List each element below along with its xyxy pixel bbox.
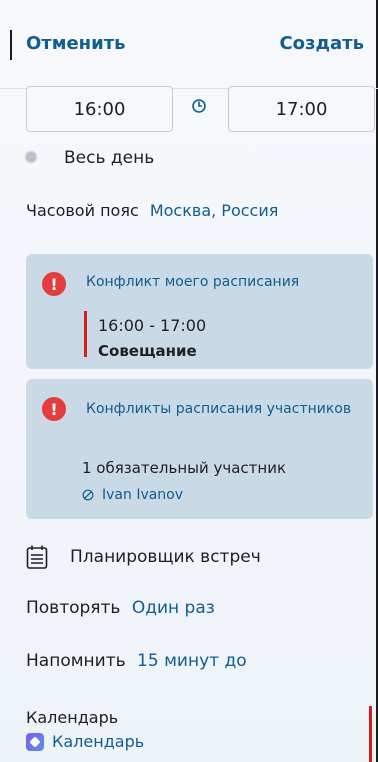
start-time-field[interactable]: 16:00 — [26, 86, 173, 132]
exclamation-icon: ! — [42, 397, 66, 421]
all-day-toggle[interactable] — [24, 150, 38, 164]
timezone-value[interactable]: Москва, Россия — [150, 201, 279, 220]
calendar-label: Календарь — [26, 708, 119, 727]
exclamation-icon: ! — [42, 272, 66, 296]
my-schedule-conflict-card: ! Конфликт моего расписания 16:00 - 17:0… — [26, 254, 373, 369]
calendar-icon — [26, 545, 48, 569]
remind-label: Напомнить — [26, 651, 126, 671]
meeting-planner-label: Планировщик встреч — [70, 547, 261, 567]
timezone-label: Часовой пояс — [26, 201, 139, 220]
participants-conflict-title[interactable]: Конфликты расписания участников — [86, 401, 351, 417]
all-day-label: Весь день — [64, 148, 155, 168]
header: Отменить Создать — [0, 0, 378, 89]
conflict-color-bar — [84, 311, 87, 357]
conflict-subject: Совещание — [98, 342, 197, 360]
calendar-value[interactable]: Календарь — [52, 732, 144, 751]
required-participants: 1 обязательный участник — [82, 459, 287, 477]
cancel-button[interactable]: Отменить — [26, 33, 126, 54]
calendar-select-row[interactable]: Календарь — [26, 732, 144, 751]
ban-icon — [82, 489, 94, 501]
participant-row[interactable]: Ivan Ivanov — [82, 487, 183, 503]
remind-row[interactable]: Напомнить 15 минут до — [26, 651, 247, 671]
repeat-label: Повторять — [26, 598, 121, 618]
repeat-row[interactable]: Повторять Один раз — [26, 598, 215, 618]
participants-conflict-card: ! Конфликты расписания участников 1 обяз… — [26, 379, 373, 519]
meeting-planner-row[interactable]: Планировщик встреч — [26, 542, 261, 572]
conflict-time: 16:00 - 17:00 — [98, 316, 207, 335]
remind-value[interactable]: 15 минут до — [137, 651, 247, 671]
repeat-value[interactable]: Один раз — [132, 598, 215, 618]
end-time-field[interactable]: 17:00 — [228, 86, 375, 132]
clock-icon — [192, 99, 206, 113]
create-button[interactable]: Создать — [279, 33, 364, 54]
scroll-indicator[interactable] — [369, 706, 372, 762]
participant-name[interactable]: Ivan Ivanov — [102, 487, 183, 503]
timezone-row[interactable]: Часовой пояс Москва, Россия — [26, 201, 278, 220]
app-frame: Отменить Создать 16:00 17:00 Весь день Ч… — [0, 0, 378, 762]
my-schedule-conflict-title[interactable]: Конфликт моего расписания — [86, 274, 299, 290]
calendar-app-icon — [26, 732, 44, 751]
